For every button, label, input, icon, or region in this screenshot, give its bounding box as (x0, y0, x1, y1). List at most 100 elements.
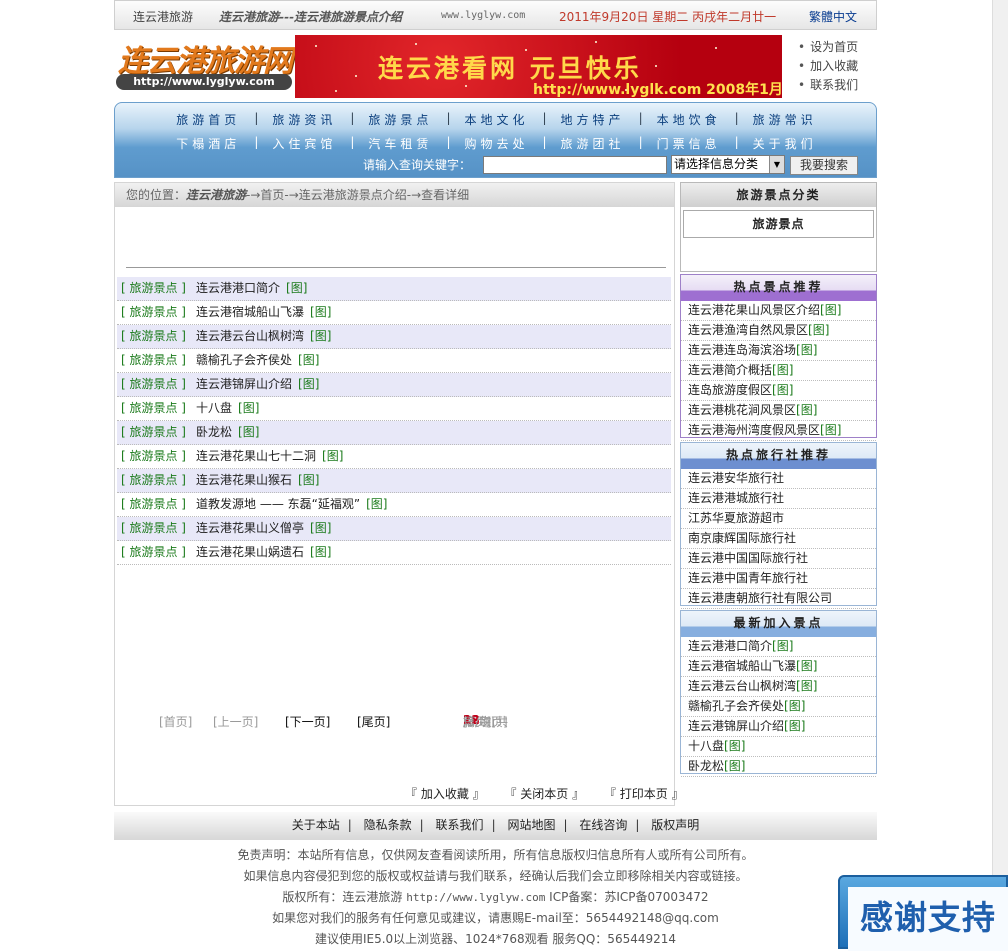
window-scrollbar[interactable] (992, 0, 1008, 949)
breadcrumb-path[interactable]: -→首页-→连云港旅游景点介绍-→查看详细 (246, 188, 469, 202)
list-item-pic-tag[interactable]: [图] (366, 497, 387, 511)
footer-sitemap[interactable]: 网站地图 (507, 818, 555, 832)
footer-privacy[interactable]: 隐私条款 (364, 818, 412, 832)
latest-item-pic-tag[interactable]: [图] (724, 739, 745, 753)
list-item-pic-tag[interactable]: [图] (310, 521, 331, 535)
category-item[interactable]: 旅游景点 (683, 210, 874, 238)
list-item-title[interactable]: 连云港港口简介 (196, 281, 280, 295)
list-item[interactable]: [ 旅游景点 ] 连云港锦屏山介绍 [图] (117, 373, 671, 397)
hot-list-item[interactable]: 连岛旅游度假区[图] (681, 381, 876, 401)
list-item-category[interactable]: [ 旅游景点 ] (121, 377, 186, 391)
new-year-banner[interactable]: 连云港看网 元旦快乐 http://www.lyglk.com 2008年1月1… (295, 35, 782, 98)
list-item-title[interactable]: 连云港锦屏山介绍 (196, 377, 292, 391)
hot-item-text[interactable]: 连云港海州湾度假风景区 (688, 423, 820, 437)
hot-item-text[interactable]: 连云港连岛海滨浴场 (688, 343, 796, 357)
latest-item-pic-tag[interactable]: [图] (796, 679, 817, 693)
list-item[interactable]: [ 旅游景点 ] 赣榆孔子会齐侯处 [图] (117, 349, 671, 373)
search-input[interactable] (483, 156, 667, 174)
list-item[interactable]: [ 旅游景点 ] 连云港宿城船山飞瀑 [图] (117, 301, 671, 325)
list-item-title[interactable]: 连云港云台山枫树湾 (196, 329, 304, 343)
latest-item-text[interactable]: 十八盘 (688, 739, 724, 753)
list-item-category[interactable]: [ 旅游景点 ] (121, 425, 186, 439)
list-item-pic-tag[interactable]: [图] (238, 401, 259, 415)
list-item-pic-tag[interactable]: [图] (298, 353, 319, 367)
nav-food[interactable]: 本地饮食 (657, 111, 721, 128)
list-item-pic-tag[interactable]: [图] (298, 377, 319, 391)
list-item-category[interactable]: [ 旅游景点 ] (121, 449, 186, 463)
hot-item-text[interactable]: 连云港简介概括 (688, 363, 772, 377)
nav-guesthouses[interactable]: 入住宾馆 (272, 135, 336, 152)
list-item-title[interactable]: 连云港花果山娲遗石 (196, 545, 304, 559)
list-item[interactable]: [ 旅游景点 ] 连云港花果山猴石 [图] (117, 469, 671, 493)
pager-prev[interactable]: [上一页] (213, 713, 258, 730)
list-item-title[interactable]: 道教发源地 —— 东磊“延福观” (196, 497, 360, 511)
agency-list-item[interactable]: 连云港安华旅行社 (681, 469, 876, 489)
list-item-pic-tag[interactable]: [图] (310, 305, 331, 319)
nav-shopping[interactable]: 购物去处 (464, 135, 528, 152)
nav-home[interactable]: 旅游首页 (176, 111, 240, 128)
pager-last[interactable]: [尾页] (357, 713, 390, 730)
latest-item-text[interactable]: 卧龙松 (688, 759, 724, 773)
nav-attractions[interactable]: 旅游景点 (368, 111, 432, 128)
nav-tips[interactable]: 旅游常识 (753, 111, 817, 128)
latest-item-pic-tag[interactable]: [图] (796, 659, 817, 673)
list-item-category[interactable]: [ 旅游景点 ] (121, 305, 186, 319)
nav-about[interactable]: 关于我们 (753, 135, 817, 152)
nav-hotels[interactable]: 下榻酒店 (176, 135, 240, 152)
footer-about[interactable]: 关于本站 (292, 818, 340, 832)
latest-list-item[interactable]: 赣榆孔子会齐侯处[图] (681, 697, 876, 717)
latest-list-item[interactable]: 连云港锦屏山介绍[图] (681, 717, 876, 737)
list-item-title[interactable]: 连云港花果山猴石 (196, 473, 292, 487)
latest-item-text[interactable]: 连云港宿城船山飞瀑 (688, 659, 796, 673)
list-item-category[interactable]: [ 旅游景点 ] (121, 281, 186, 295)
list-item-title[interactable]: 连云港花果山七十二洞 (196, 449, 316, 463)
list-item-pic-tag[interactable]: [图] (298, 473, 319, 487)
list-item[interactable]: [ 旅游景点 ] 连云港港口简介 [图] (117, 277, 671, 301)
print-page-action[interactable]: 『 打印本页 』 (604, 787, 684, 801)
hot-list-item[interactable]: 连云港花果山风景区介绍[图] (681, 301, 876, 321)
list-item-title[interactable]: 十八盘 (196, 401, 232, 415)
add-favorite-link[interactable]: 加入收藏 (798, 57, 858, 76)
footer-consult[interactable]: 在线咨询 (579, 818, 627, 832)
pager-first[interactable]: [首页] (159, 713, 192, 730)
category-select[interactable]: 请选择信息分类 ▼ (671, 155, 785, 174)
list-item-category[interactable]: [ 旅游景点 ] (121, 545, 186, 559)
list-item-title[interactable]: 连云港花果山义僧亭 (196, 521, 304, 535)
hot-list-item[interactable]: 连云港连岛海滨浴场[图] (681, 341, 876, 361)
latest-item-text[interactable]: 连云港云台山枫树湾 (688, 679, 796, 693)
add-favorite-action[interactable]: 『 加入收藏 』 (405, 787, 485, 801)
list-item[interactable]: [ 旅游景点 ] 十八盘 [图] (117, 397, 671, 421)
hot-item-text[interactable]: 连云港花果山风景区介绍 (688, 303, 820, 317)
nav-specialties[interactable]: 地方特产 (561, 111, 625, 128)
hot-item-pic-tag[interactable]: [图] (772, 383, 793, 397)
close-page-action[interactable]: 『 关闭本页 』 (504, 787, 584, 801)
hot-list-item[interactable]: 连云港简介概括[图] (681, 361, 876, 381)
hot-list-item[interactable]: 连云港海州湾度假风景区[图] (681, 421, 876, 441)
top-url[interactable]: www.lyglyw.com (441, 10, 525, 21)
top-site-name[interactable]: 连云港旅游 (133, 8, 193, 25)
pager-next[interactable]: [下一页] (285, 713, 330, 730)
hot-item-text[interactable]: 连岛旅游度假区 (688, 383, 772, 397)
hot-item-pic-tag[interactable]: [图] (820, 303, 841, 317)
list-item-title[interactable]: 连云港宿城船山飞瀑 (196, 305, 304, 319)
hot-item-pic-tag[interactable]: [图] (796, 343, 817, 357)
footer-contact[interactable]: 联系我们 (436, 818, 484, 832)
list-item[interactable]: [ 旅游景点 ] 连云港花果山义僧亭 [图] (117, 517, 671, 541)
hot-item-pic-tag[interactable]: [图] (808, 323, 829, 337)
list-item[interactable]: [ 旅游景点 ] 卧龙松 [图] (117, 421, 671, 445)
list-item-category[interactable]: [ 旅游景点 ] (121, 401, 186, 415)
latest-list-item[interactable]: 连云港港口简介[图] (681, 637, 876, 657)
agency-list-item[interactable]: 连云港中国国际旅行社 (681, 549, 876, 569)
nav-car-rental[interactable]: 汽车租赁 (368, 135, 432, 152)
list-item-category[interactable]: [ 旅游景点 ] (121, 353, 186, 367)
list-item-title[interactable]: 卧龙松 (196, 425, 232, 439)
list-item-category[interactable]: [ 旅游景点 ] (121, 329, 186, 343)
latest-item-pic-tag[interactable]: [图] (784, 699, 805, 713)
hot-item-pic-tag[interactable]: [图] (796, 403, 817, 417)
contact-us-link[interactable]: 联系我们 (798, 76, 858, 95)
latest-item-text[interactable]: 连云港港口简介 (688, 639, 772, 653)
agency-list-item[interactable]: 连云港港城旅行社 (681, 489, 876, 509)
nav-news[interactable]: 旅游资讯 (272, 111, 336, 128)
list-item[interactable]: [ 旅游景点 ] 道教发源地 —— 东磊“延福观” [图] (117, 493, 671, 517)
list-item-category[interactable]: [ 旅游景点 ] (121, 473, 186, 487)
